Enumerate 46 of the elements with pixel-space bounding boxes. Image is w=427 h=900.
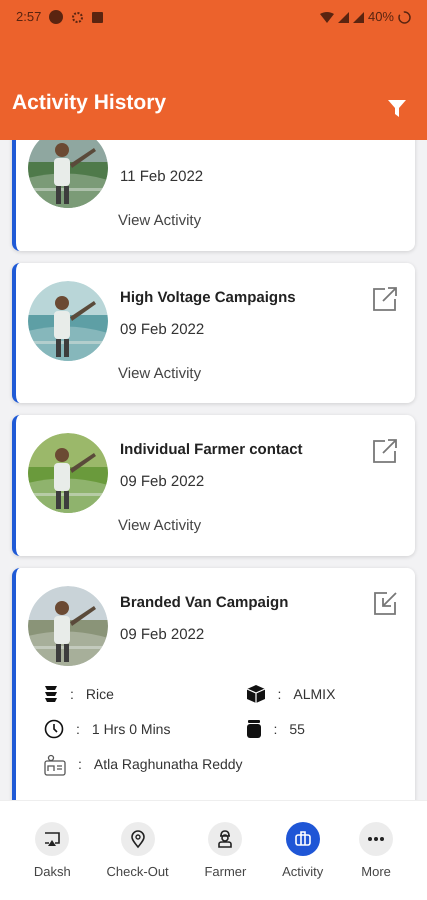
jar-icon [246,720,262,738]
activity-title: High Voltage Campaigns [120,288,297,308]
activity-date: 09 Feb 2022 [120,320,206,340]
nav-tab[interactable]: Farmer [204,822,246,882]
collapse-icon[interactable] [371,590,399,618]
activity-date: 09 Feb 2022 [120,624,206,644]
page-title: Activity History [12,90,166,116]
detail-value: 1 Hrs 0 Mins [92,720,170,738]
detail-value: 55 [289,720,305,738]
filter-icon[interactable] [387,98,407,118]
separator: : [272,720,278,738]
person-card-icon [44,754,66,776]
activity-card[interactable]: 11 Feb 2022 View Activity [12,140,415,250]
nav-tab[interactable]: Check-Out [106,822,169,882]
separator: : [69,684,75,704]
separator: : [75,720,81,738]
signal-icon [338,12,349,22]
activity-date: 11 Feb 2022 [120,167,204,187]
wifi-icon [320,12,334,22]
activity-date: 09 Feb 2022 [120,472,206,492]
view-activity-link[interactable]: View Activity [118,210,399,232]
activity-card[interactable]: Branded Van Campaign 09 Feb 2022 : Rice : ALMIX : 1 Hrs 0 Mins : 55 : Atla Raghunatha Reddy [12,568,415,800]
cube-icon [246,684,266,704]
view-activity-link[interactable]: View Activity [118,362,399,385]
detail-value: ALMIX [293,684,336,704]
nav-tab[interactable]: Activity [282,822,324,882]
activity-title: Individual Farmer contact [120,440,304,460]
activity-title: Branded Van Campaign [120,592,290,612]
battery-icon [398,10,411,24]
grain-icon [44,685,58,703]
separator: : [276,684,282,704]
battery-level: 40% [368,8,394,26]
briefcase-icon [292,829,313,849]
activity-card[interactable]: High Voltage Campaigns 09 Feb 2022 View Activity [12,262,415,403]
activity-card[interactable]: Individual Farmer contact 09 Feb 2022 View Activity [12,415,415,556]
separator: : [77,755,83,774]
status-time: 2:57 [16,8,42,26]
settings-icon [71,10,84,24]
clock-icon [44,719,64,739]
open-external-icon[interactable] [371,437,399,465]
detail-value: Atla Raghunatha Reddy [94,755,243,774]
open-external-icon[interactable] [371,284,399,312]
view-activity-link[interactable]: View Activity [118,515,399,538]
detail-value: Rice [86,684,114,704]
signal-icon [352,12,364,22]
more-icon [368,837,384,841]
